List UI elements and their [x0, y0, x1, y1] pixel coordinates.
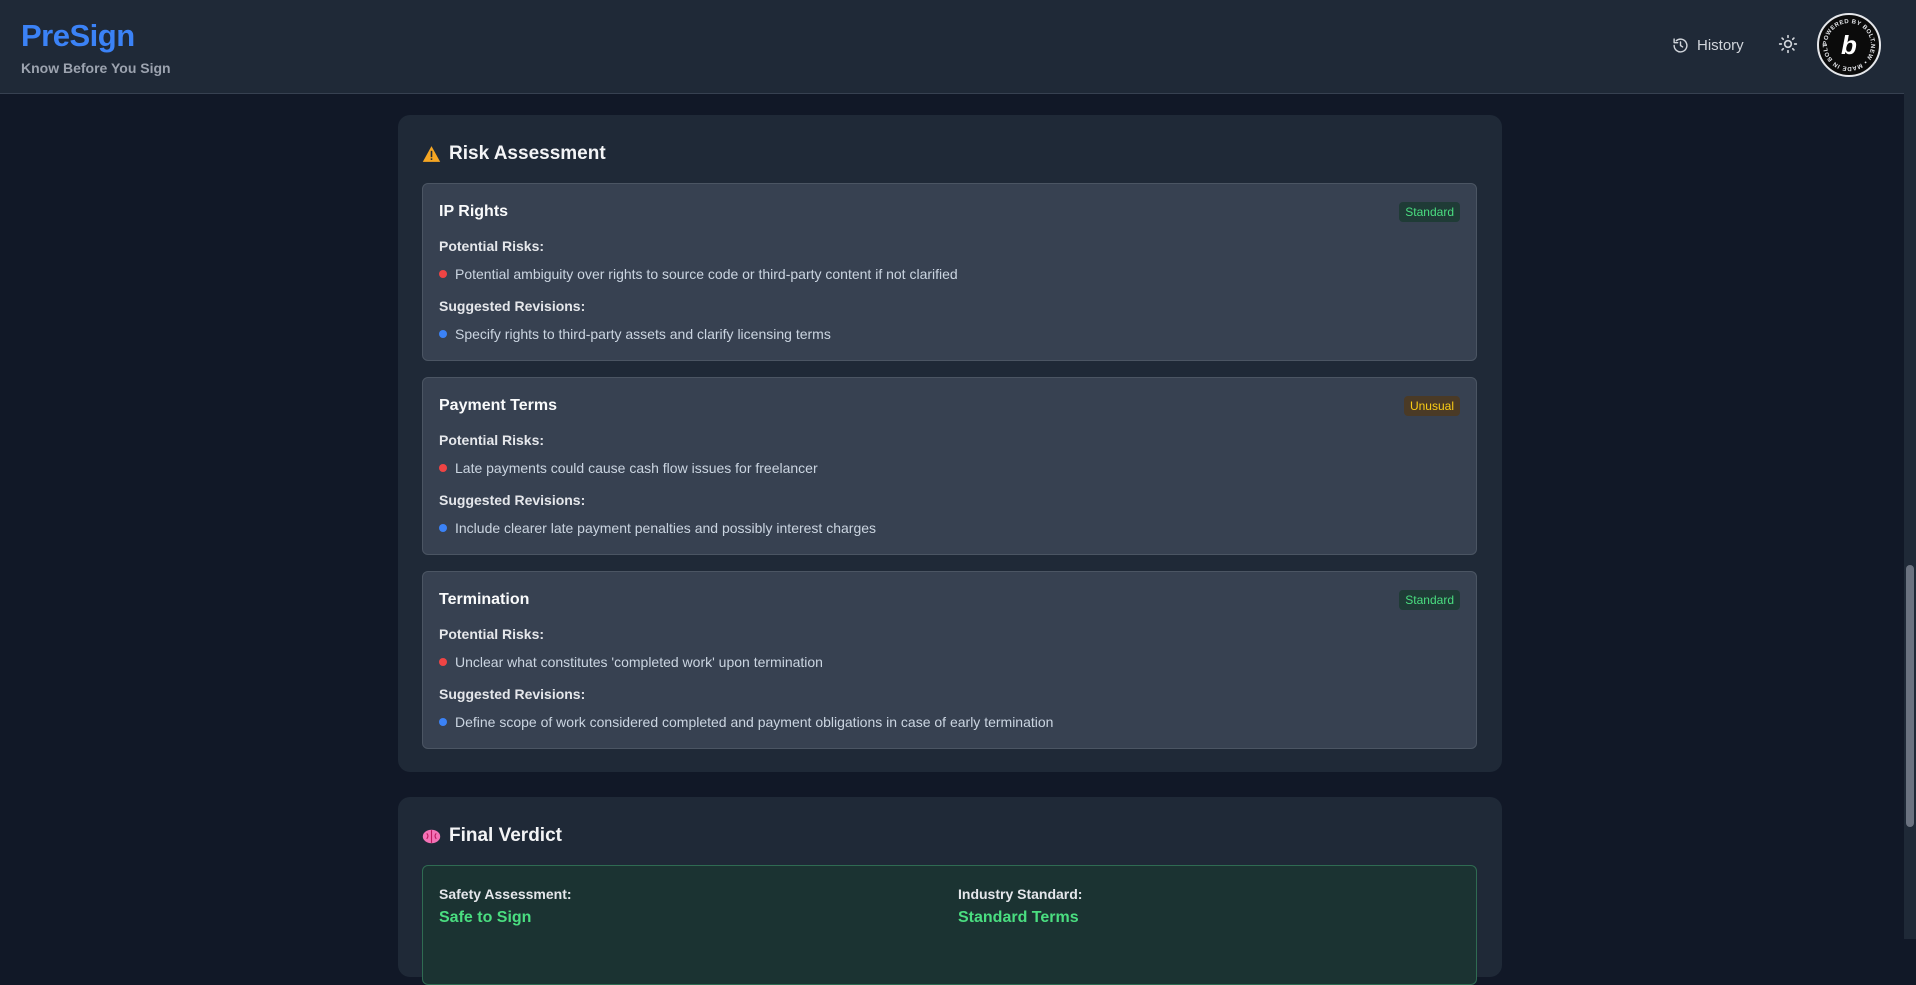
sun-icon — [1778, 34, 1798, 54]
potential-risks-label: Potential Risks: — [439, 626, 545, 642]
history-label: History — [1697, 36, 1744, 54]
safety-assessment: Safety Assessment: Safe to Sign — [439, 886, 572, 927]
risk-dot-icon — [439, 270, 447, 278]
revision-text: Include clearer late payment penalties a… — [455, 520, 877, 536]
revision-dot-icon — [439, 718, 447, 726]
app-title: PreSign — [21, 18, 135, 53]
risk-assessment-card: Risk Assessment IP Rights Standard Poten… — [398, 115, 1502, 772]
industry-standard: Industry Standard: Standard Terms — [958, 886, 1082, 927]
risk-item-title: Termination — [439, 591, 530, 608]
app-tagline: Know Before You Sign — [21, 60, 171, 76]
risk-text: Unclear what constitutes 'completed work… — [455, 654, 823, 670]
industry-standard-value: Standard Terms — [958, 909, 1079, 926]
risk-bullet: Potential ambiguity over rights to sourc… — [439, 266, 958, 282]
status-badge: Standard — [1399, 590, 1460, 610]
safety-assessment-label: Safety Assessment: — [439, 886, 572, 902]
risk-text: Late payments could cause cash flow issu… — [455, 460, 818, 476]
bolt-badge[interactable]: POWERED BY BOLT.NEW • MADE IN BOLT.NEW •… — [1817, 13, 1881, 77]
revision-text: Specify rights to third-party assets and… — [455, 326, 831, 342]
risk-dot-icon — [439, 658, 447, 666]
revision-text: Define scope of work considered complete… — [455, 714, 1054, 730]
risk-item-payment-terms: Payment Terms Unusual Potential Risks: L… — [422, 377, 1477, 555]
bolt-logo-icon: POWERED BY BOLT.NEW • MADE IN BOLT.NEW •… — [1819, 15, 1875, 71]
status-badge: Unusual — [1403, 396, 1460, 416]
risk-assessment-title: Risk Assessment — [449, 143, 606, 164]
history-icon — [1673, 37, 1688, 53]
suggested-revisions-label: Suggested Revisions: — [439, 298, 586, 314]
risk-item-title: Payment Terms — [439, 397, 557, 414]
industry-standard-label: Industry Standard: — [958, 886, 1083, 902]
page-scrollbar-thumb[interactable] — [1906, 565, 1914, 827]
theme-toggle-button[interactable] — [1778, 34, 1800, 56]
brain-icon — [422, 829, 441, 843]
risk-bullet: Late payments could cause cash flow issu… — [439, 460, 818, 476]
risk-dot-icon — [439, 464, 447, 472]
safety-assessment-value: Safe to Sign — [439, 909, 532, 926]
revision-bullet: Specify rights to third-party assets and… — [439, 326, 831, 342]
revision-bullet: Include clearer late payment penalties a… — [439, 520, 876, 536]
final-verdict-heading: Final Verdict — [422, 825, 562, 847]
verdict-summary: Safety Assessment: Safe to Sign Industry… — [422, 865, 1477, 985]
risk-text: Potential ambiguity over rights to sourc… — [455, 266, 958, 282]
warning-icon — [422, 146, 441, 162]
potential-risks-label: Potential Risks: — [439, 432, 545, 448]
history-button[interactable]: History — [1672, 33, 1744, 57]
risk-item-ip-rights: IP Rights Standard Potential Risks: Pote… — [422, 183, 1477, 361]
final-verdict-title: Final Verdict — [449, 825, 562, 846]
potential-risks-label: Potential Risks: — [439, 238, 545, 254]
bolt-badge-letter: b — [1841, 30, 1857, 60]
suggested-revisions-label: Suggested Revisions: — [439, 686, 586, 702]
risk-item-termination: Termination Standard Potential Risks: Un… — [422, 571, 1477, 749]
brand[interactable]: PreSign Know Before You Sign — [21, 18, 171, 76]
suggested-revisions-label: Suggested Revisions: — [439, 492, 586, 508]
app-header: PreSign Know Before You Sign History POW… — [0, 0, 1916, 94]
revision-dot-icon — [439, 330, 447, 338]
risk-assessment-heading: Risk Assessment — [422, 143, 606, 165]
status-badge: Standard — [1399, 202, 1460, 222]
revision-dot-icon — [439, 524, 447, 532]
revision-bullet: Define scope of work considered complete… — [439, 714, 1053, 730]
final-verdict-card: Final Verdict Safety Assessment: Safe to… — [398, 797, 1502, 985]
risk-bullet: Unclear what constitutes 'completed work… — [439, 654, 823, 670]
risk-item-title: IP Rights — [439, 203, 509, 220]
